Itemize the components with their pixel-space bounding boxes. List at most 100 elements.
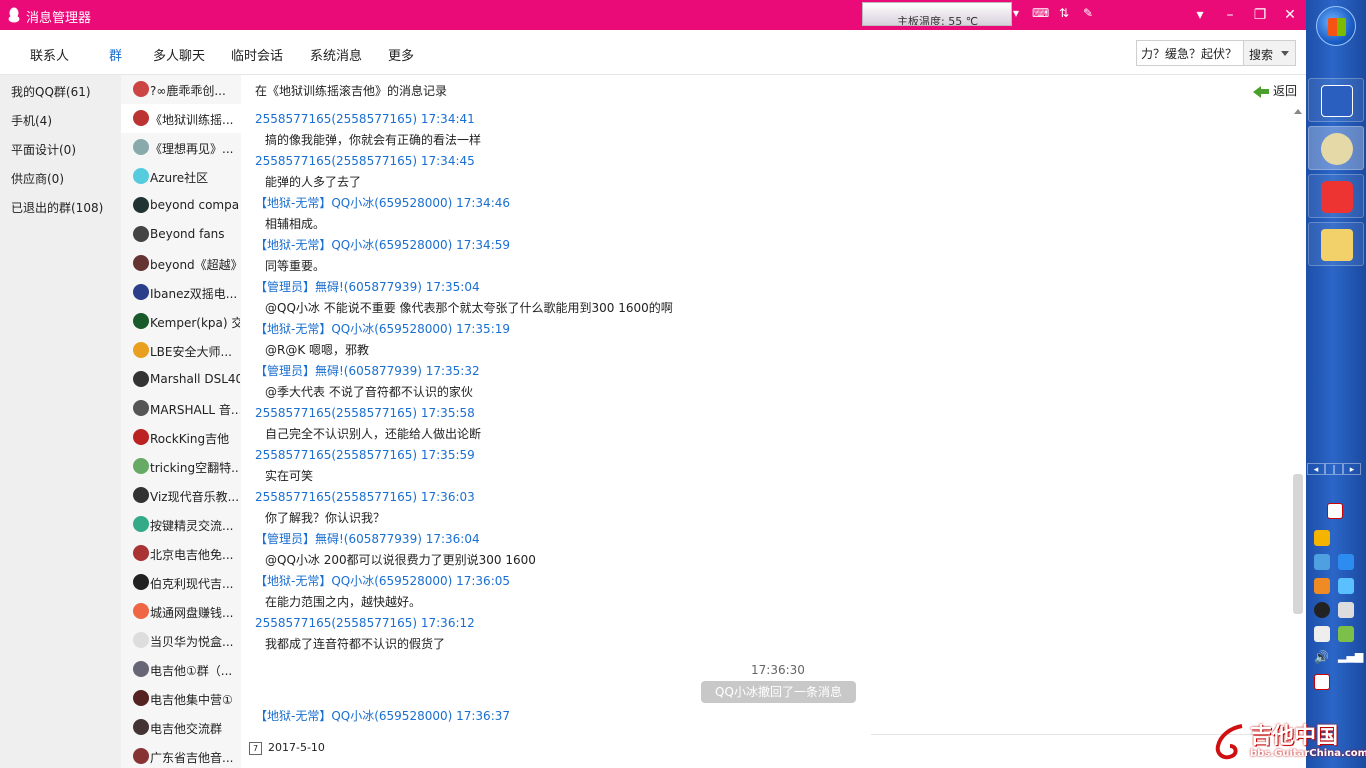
group-avatar-icon xyxy=(133,690,149,706)
cow-icon xyxy=(1321,181,1353,213)
group-item[interactable]: 按键精灵交流... xyxy=(121,510,241,539)
tab-groups[interactable]: 群 xyxy=(109,45,122,64)
minimize-icon[interactable]: – xyxy=(1219,4,1241,26)
windows-logo-icon xyxy=(1328,18,1346,36)
message-sender: 2558577165(2558577165) 17:35:59 xyxy=(255,448,475,462)
date-picker[interactable]: 7 2017-5-10 xyxy=(249,741,325,755)
message-scrollbar[interactable] xyxy=(1293,109,1303,729)
category-item[interactable]: 手机(4) xyxy=(11,112,52,129)
group-item[interactable]: RockKing吉他 xyxy=(121,423,241,452)
scroll-up-icon[interactable] xyxy=(1294,109,1302,114)
search-input[interactable]: 力？缓急？起伏？ xyxy=(1136,40,1244,66)
category-item[interactable]: 我的QQ群(61) xyxy=(11,83,91,100)
close-icon[interactable]: ✕ xyxy=(1279,4,1301,26)
tab-multi-chat[interactable]: 多人聊天 xyxy=(153,45,205,64)
tray-app-icon[interactable] xyxy=(1314,578,1330,594)
keyboard-icon[interactable]: ⌨ xyxy=(1032,5,1049,21)
taskbar-qq[interactable] xyxy=(1308,126,1364,170)
qq-avatar-icon xyxy=(1321,133,1353,165)
group-name: ?∞鹿乖乖创... xyxy=(150,84,226,98)
group-item[interactable]: 伯克利现代吉... xyxy=(121,568,241,597)
scroll-thumb[interactable] xyxy=(1293,474,1303,614)
message-sender: 【地狱-无常】QQ小冰(659528000) 17:34:59 xyxy=(255,238,511,252)
back-label: 返回 xyxy=(1273,84,1298,98)
tab-system-messages[interactable]: 系统消息 xyxy=(310,45,362,64)
taskbar-word[interactable] xyxy=(1308,78,1364,122)
tray-mid-icon[interactable]: | xyxy=(1325,463,1343,475)
word-icon xyxy=(1321,85,1353,117)
group-item[interactable]: Viz现代音乐教... xyxy=(121,481,241,510)
history-title: 在《地狱训练摇滚吉他》的消息记录 xyxy=(255,84,448,98)
tab-temp-session[interactable]: 临时会话 xyxy=(231,45,283,64)
back-button[interactable]: 返回 xyxy=(1253,82,1297,99)
tray-app-icon[interactable] xyxy=(1338,602,1354,618)
group-item[interactable]: LBE安全大师... xyxy=(121,336,241,365)
tray-app-icon[interactable] xyxy=(1314,554,1330,570)
group-item[interactable]: 当贝华为悦盒... xyxy=(121,626,241,655)
group-item[interactable]: ?∞鹿乖乖创... xyxy=(121,75,241,104)
message-sender: 【管理员】無碍!(605877939) 17:35:04 xyxy=(255,280,480,294)
volume-icon[interactable]: 🔊 xyxy=(1314,650,1330,666)
start-button[interactable] xyxy=(1316,6,1356,46)
restore-icon[interactable]: ❐ xyxy=(1249,4,1271,26)
group-item[interactable]: beyond compare xyxy=(121,191,241,220)
group-item[interactable]: 北京电吉他免... xyxy=(121,539,241,568)
group-name: Ibanez双摇电... xyxy=(150,287,238,301)
group-item[interactable]: 《理想再见》... xyxy=(121,133,241,162)
logo-url: bbs.GuitarChina.com xyxy=(1250,748,1366,759)
group-name: 按键精灵交流... xyxy=(150,519,234,533)
group-avatar-icon xyxy=(133,661,149,677)
message-sender: 2558577165(2558577165) 17:36:03 xyxy=(255,490,475,504)
group-avatar-icon xyxy=(133,168,149,184)
group-item[interactable]: MARSHALL 音... xyxy=(121,394,241,423)
group-avatar-icon xyxy=(133,313,149,329)
group-item[interactable]: Beyond fans xyxy=(121,220,241,249)
tab-more[interactable]: 更多 xyxy=(388,45,414,64)
menu-chevron-icon[interactable]: ▾ xyxy=(1189,4,1211,26)
tray-prev-icon[interactable]: ◂ xyxy=(1307,463,1325,475)
category-item[interactable]: 供应商(0) xyxy=(11,170,64,187)
tray-next-icon[interactable]: ▸ xyxy=(1343,463,1361,475)
tray-app-icon[interactable] xyxy=(1314,530,1330,546)
group-item[interactable]: 城通网盘赚钱... xyxy=(121,597,241,626)
tray-app-icon[interactable] xyxy=(1338,554,1354,570)
group-item[interactable]: 电吉他①群（... xyxy=(121,655,241,684)
taskbar-app[interactable] xyxy=(1308,174,1364,218)
qq-tray-icon[interactable] xyxy=(1314,602,1330,618)
group-item[interactable]: Azure社区 xyxy=(121,162,241,191)
search-button[interactable]: 搜索 xyxy=(1244,40,1296,66)
group-name: 广东省吉他音... xyxy=(150,751,234,765)
search-button-label: 搜索 xyxy=(1249,48,1274,62)
group-item[interactable]: 电吉他集中营① xyxy=(121,684,241,713)
dropdown-icon[interactable]: ▾ xyxy=(1008,5,1024,21)
category-item[interactable]: 平面设计(0) xyxy=(11,141,76,158)
signal-icon[interactable]: ▂▄▆ xyxy=(1338,650,1363,666)
group-item[interactable]: Kemper(kpa) 交流 xyxy=(121,307,241,336)
ime-icon[interactable] xyxy=(1327,503,1343,519)
group-avatar-icon xyxy=(133,632,149,648)
group-item[interactable]: tricking空翻特... xyxy=(121,452,241,481)
group-avatar-icon xyxy=(133,748,149,764)
group-item[interactable]: 广东省吉他音... xyxy=(121,742,241,768)
network-icon[interactable]: ⇅ xyxy=(1056,5,1072,21)
group-name: 电吉他交流群 xyxy=(150,722,223,736)
wrench-icon[interactable]: ✎ xyxy=(1080,5,1096,21)
group-item[interactable]: Ibanez双摇电... xyxy=(121,278,241,307)
group-item[interactable]: 《地狱训练摇... xyxy=(121,104,241,133)
group-item[interactable]: beyond《超越》 xyxy=(121,249,241,278)
message-sender: 【地狱-无常】QQ小冰(659528000) 17:36:37 xyxy=(255,709,511,723)
tray-app-icon[interactable] xyxy=(1314,626,1330,642)
group-avatar-icon xyxy=(133,603,149,619)
tab-contacts[interactable]: 联系人 xyxy=(30,45,69,64)
tray-app-icon[interactable] xyxy=(1338,626,1354,642)
category-item[interactable]: 已退出的群(108) xyxy=(11,199,103,216)
group-avatar-icon xyxy=(133,371,149,387)
back-arrow-icon xyxy=(1253,85,1261,98)
group-item[interactable]: Marshall DSL40C xyxy=(121,365,241,394)
group-item[interactable]: 电吉他交流群 xyxy=(121,713,241,742)
tray-app-icon[interactable] xyxy=(1314,674,1330,690)
group-name: Kemper(kpa) 交流 xyxy=(150,316,240,330)
taskbar-explorer[interactable] xyxy=(1308,222,1364,266)
group-list: ?∞鹿乖乖创... 《地狱训练摇... 《理想再见》... Azure社区 beyond… xyxy=(121,75,241,768)
tray-app-icon[interactable] xyxy=(1338,578,1354,594)
